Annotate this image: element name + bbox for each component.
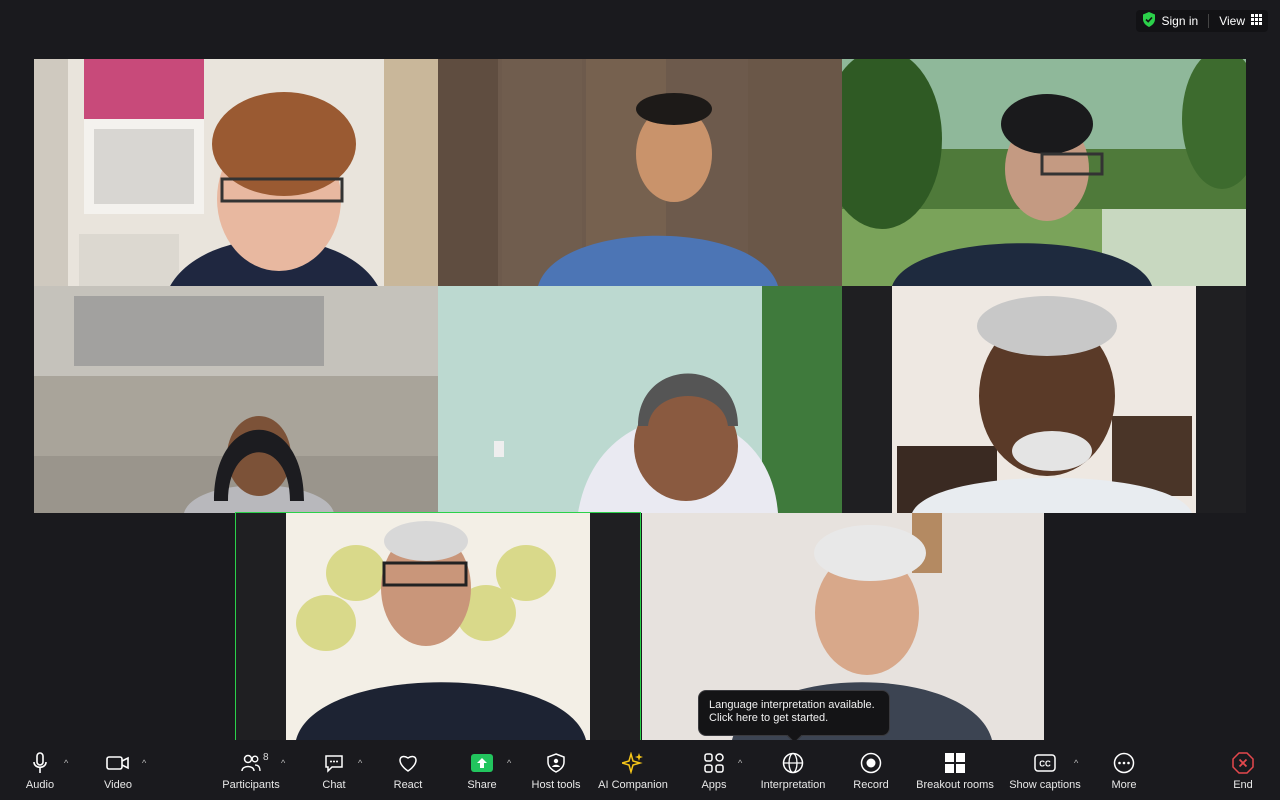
record-icon: [860, 750, 882, 776]
sign-in-label: Sign in: [1161, 14, 1199, 28]
video-tile-2[interactable]: [438, 59, 842, 286]
video-tile-5[interactable]: [438, 286, 842, 513]
video-label: Video: [104, 778, 132, 791]
top-bar: Sign in View: [1135, 10, 1268, 32]
record-label: Record: [853, 778, 889, 791]
sparkle-icon: [622, 750, 644, 776]
share-screen-icon: [471, 750, 493, 776]
audio-label: Audio: [25, 778, 55, 791]
host-tools-label: Host tools: [531, 778, 581, 791]
chat-icon: [324, 750, 344, 776]
captions-options-chevron-up-icon[interactable]: ^: [1074, 758, 1078, 768]
tooltip-line-1: Language interpretation available.: [709, 699, 875, 711]
microphone-icon: [31, 750, 49, 776]
react-button[interactable]: React: [388, 740, 428, 800]
grid-icon: [1251, 14, 1262, 28]
interpretation-label: Interpretation: [760, 778, 826, 791]
participant-video: [842, 286, 1246, 513]
video-tile-4[interactable]: [34, 286, 438, 513]
more-label: More: [1111, 778, 1137, 791]
video-button[interactable]: Video: [92, 740, 144, 800]
participant-video: [34, 59, 438, 286]
more-button[interactable]: More: [1104, 740, 1144, 800]
video-options-chevron-up-icon[interactable]: ^: [142, 758, 146, 768]
more-icon: [1113, 750, 1135, 776]
video-tile-1[interactable]: [34, 59, 438, 286]
interpretation-tooltip[interactable]: Language interpretation available. Click…: [698, 690, 890, 736]
breakout-rooms-icon: [945, 750, 965, 776]
chat-label: Chat: [322, 778, 346, 791]
video-tile-3[interactable]: [842, 59, 1246, 286]
apps-button[interactable]: Apps: [694, 740, 734, 800]
interpretation-button[interactable]: Interpretation: [756, 740, 830, 800]
participant-video: [842, 59, 1246, 286]
camera-icon: [106, 750, 130, 776]
share-button[interactable]: Share: [462, 740, 502, 800]
ai-companion-label: AI Companion: [598, 778, 668, 791]
apps-options-chevron-up-icon[interactable]: ^: [738, 758, 742, 768]
audio-options-chevron-up-icon[interactable]: ^: [64, 758, 68, 768]
shield-icon: [1142, 12, 1156, 30]
breakout-rooms-label: Breakout rooms: [916, 778, 994, 791]
end-call-icon: [1232, 750, 1254, 776]
apps-icon: [703, 750, 725, 776]
participants-button[interactable]: 8 Participants: [218, 740, 284, 800]
audio-button[interactable]: Audio: [16, 740, 64, 800]
ai-companion-button[interactable]: AI Companion: [596, 740, 670, 800]
shield-icon: [547, 750, 565, 776]
participants-options-chevron-up-icon[interactable]: ^: [281, 758, 285, 768]
breakout-rooms-button[interactable]: Breakout rooms: [914, 740, 996, 800]
globe-icon: [782, 750, 804, 776]
view-label: View: [1219, 14, 1245, 28]
participant-video: [438, 59, 842, 286]
heart-icon: [397, 750, 419, 776]
participants-icon: 8: [241, 750, 269, 776]
meeting-toolbar: Audio ^ Video ^ 8 Participants ^ Chat ^ …: [0, 740, 1280, 800]
show-captions-label: Show captions: [1009, 778, 1081, 791]
video-tile-7-active-speaker[interactable]: [235, 512, 641, 741]
participant-video: [34, 286, 438, 513]
share-options-chevron-up-icon[interactable]: ^: [507, 758, 511, 768]
share-label: Share: [467, 778, 497, 791]
host-tools-button[interactable]: Host tools: [528, 740, 584, 800]
sign-in-button[interactable]: Sign in: [1142, 12, 1199, 30]
chat-button[interactable]: Chat: [314, 740, 354, 800]
svg-text:CC: CC: [1039, 759, 1051, 768]
participant-video: [236, 513, 640, 740]
chat-options-chevron-up-icon[interactable]: ^: [358, 758, 362, 768]
end-button[interactable]: End: [1224, 740, 1262, 800]
participants-label: Participants: [222, 778, 280, 791]
react-label: React: [393, 778, 423, 791]
closed-captions-icon: CC: [1034, 750, 1056, 776]
video-tile-6[interactable]: [842, 286, 1246, 513]
view-button[interactable]: View: [1219, 14, 1262, 28]
tooltip-line-2: Click here to get started.: [709, 712, 829, 724]
participants-count: 8: [263, 751, 269, 763]
participant-video: [438, 286, 842, 513]
divider: [1208, 14, 1210, 28]
show-captions-button[interactable]: CC Show captions: [1006, 740, 1084, 800]
record-button[interactable]: Record: [850, 740, 892, 800]
apps-label: Apps: [701, 778, 727, 791]
end-label: End: [1233, 778, 1253, 791]
